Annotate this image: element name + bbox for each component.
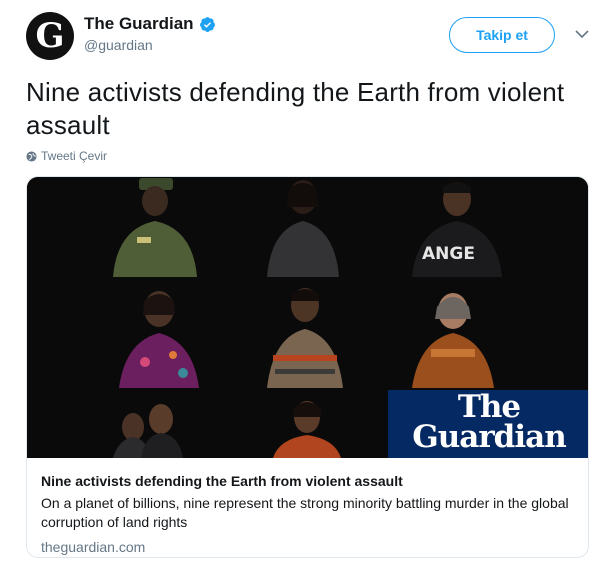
logo-line-the: The bbox=[457, 389, 521, 425]
display-name-row: The Guardian bbox=[84, 14, 216, 34]
follow-button[interactable]: Takip et bbox=[449, 17, 555, 53]
card-body: Nine activists defending the Earth from … bbox=[27, 458, 588, 555]
card-title[interactable]: Nine activists defending the Earth from … bbox=[41, 472, 576, 490]
display-name[interactable]: The Guardian bbox=[84, 14, 194, 34]
chevron-down-icon[interactable] bbox=[574, 26, 590, 42]
translate-label: Tweeti Çevir bbox=[41, 149, 108, 163]
author-names: The Guardian @guardian bbox=[84, 14, 216, 53]
tweet-header: G The Guardian @guardian Takip et bbox=[26, 12, 590, 62]
translate-tweet-link[interactable]: Tweeti Çevir bbox=[26, 149, 107, 163]
avatar-logo: G bbox=[35, 16, 65, 56]
link-card[interactable]: ANGE The Guardian Nine activists defendi… bbox=[26, 176, 589, 558]
globe-icon bbox=[26, 150, 37, 162]
tweet-text: Nine activists defending the Earth from … bbox=[26, 77, 565, 140]
handle[interactable]: @guardian bbox=[84, 37, 216, 53]
card-domain[interactable]: theguardian.com bbox=[41, 539, 576, 555]
card-image[interactable]: ANGE The Guardian bbox=[27, 177, 588, 458]
guardian-logo: The Guardian bbox=[388, 389, 588, 458]
shirt-text: ANGE bbox=[422, 244, 475, 264]
verified-badge-icon bbox=[199, 16, 215, 32]
avatar[interactable]: G bbox=[26, 12, 74, 60]
logo-line-guardian: Guardian bbox=[412, 419, 567, 455]
card-description: On a planet of billions, nine represent … bbox=[41, 495, 569, 530]
